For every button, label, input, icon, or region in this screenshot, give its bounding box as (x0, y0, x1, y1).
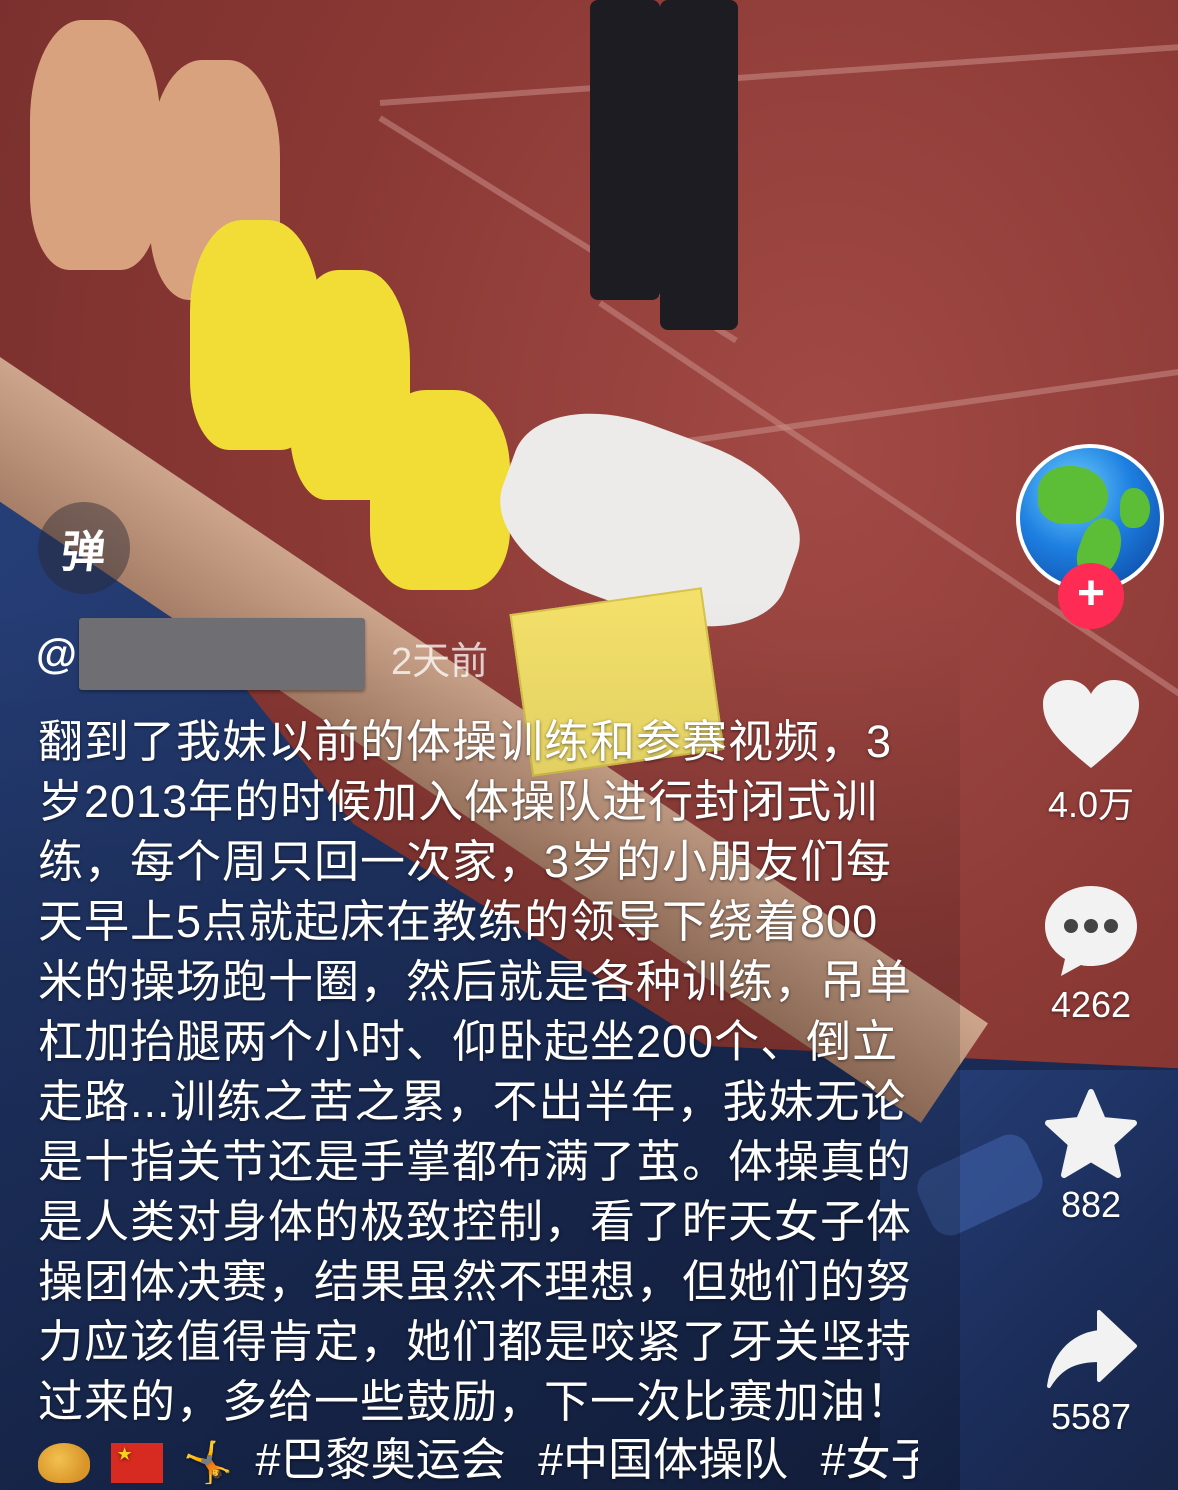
child-figure (370, 390, 510, 590)
gymnast-emoji-icon: 🤸 (183, 1441, 233, 1486)
muscle-emoji-icon (38, 1443, 90, 1484)
author-row: @ 2天前 (36, 618, 488, 690)
globe-land (1038, 466, 1108, 524)
favorite-action[interactable]: 882 (1030, 1088, 1152, 1226)
caption-line: 走路...训练之苦之累，不出半年，我妹无论 (38, 1076, 907, 1127)
caption-line: 翻到了我妹以前的体操训练和参赛视频，3 (38, 716, 893, 767)
caption-line: 操团体决赛，结果虽然不理想，但她们的努 (38, 1256, 913, 1307)
coach-figure (590, 0, 660, 300)
child-figure (30, 20, 160, 270)
favorite-count: 882 (1060, 1184, 1122, 1225)
floor-line (379, 42, 1178, 106)
hashtag-link[interactable]: #女子 (821, 1434, 918, 1485)
caption-line: 天早上5点就起床在教练的领导下绕着800 (38, 896, 879, 947)
caption-line: 是十指关节还是手掌都布满了茧。体操真的 (38, 1136, 913, 1187)
comment-icon (1045, 886, 1137, 976)
hashtag-link[interactable]: #巴黎奥运会 (256, 1434, 506, 1485)
coach-figure (660, 0, 738, 330)
caption-line: 力应该值得肯定，她们都是咬紧了牙关坚持 (38, 1316, 913, 1367)
caption-line: 练，每个周只回一次家，3岁的小朋友们每 (38, 836, 893, 887)
caption-line: 杠加抬腿两个小时、仰卧起坐200个、倒立 (38, 1016, 899, 1067)
comment-count: 4262 (1050, 984, 1132, 1025)
caption-line: 米的操场跑十圈，然后就是各种训练，吊单 (38, 956, 913, 1007)
caption-line: 是人类对身体的极致控制，看了昨天女子体 (38, 1196, 913, 1247)
share-icon (1047, 1310, 1137, 1388)
danmaku-button[interactable]: 弹 (38, 502, 130, 594)
caption-line: 岁2013年的时候加入体操队进行封闭式训 (38, 776, 879, 827)
share-action[interactable]: 5587 (1030, 1306, 1152, 1438)
at-symbol: @ (36, 630, 77, 677)
like-action[interactable]: 4.0万 (1030, 676, 1152, 828)
follow-button[interactable]: + (1058, 563, 1124, 629)
like-count: 4.0万 (1047, 784, 1135, 825)
author-name-redacted[interactable] (78, 618, 365, 690)
post-time: 2天前 (390, 640, 489, 683)
hashtag-link[interactable]: #中国体操队 (538, 1434, 788, 1485)
china-flag-emoji-icon (110, 1443, 163, 1484)
caption-line: 过来的，多给一些鼓励，下一次比赛加油！ (38, 1376, 913, 1427)
star-icon (1045, 1089, 1137, 1178)
comment-action[interactable]: 4262 (1030, 880, 1152, 1026)
globe-land (1120, 488, 1150, 528)
danmaku-label: 弹 (58, 528, 109, 577)
share-count: 5587 (1050, 1396, 1132, 1437)
heart-icon (1043, 680, 1139, 768)
video-caption[interactable]: 翻到了我妹以前的体操训练和参赛视频，3 岁2013年的时候加入体操队进行封闭式训… (38, 712, 913, 1432)
hashtag-line: 🤸 #巴黎奥运会 #中国体操队 #女子 (38, 1430, 918, 1490)
